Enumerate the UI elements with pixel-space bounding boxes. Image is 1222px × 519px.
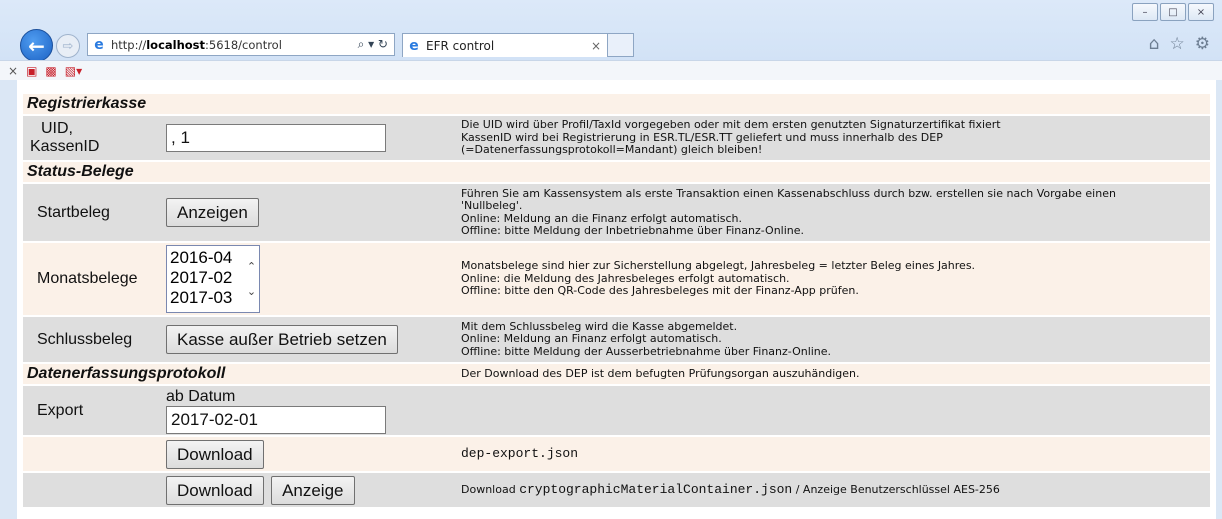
page-left-border — [0, 80, 17, 519]
desc-line: Offline: bitte Meldung der Ausserbetrieb… — [461, 344, 832, 358]
back-button[interactable]: ← — [20, 29, 53, 62]
url-rest: :5618/control — [205, 37, 282, 52]
uid-label: UID, KassenID — [23, 116, 163, 160]
uid-label-line2: KassenID — [30, 138, 100, 155]
row-schlussbeleg: Schlussbeleg Kasse außer Betrieb setzen … — [23, 317, 1210, 362]
desc-line: Online: Meldung an Finanz erfolgt automa… — [461, 332, 722, 346]
ab-datum-input[interactable] — [166, 405, 386, 434]
maximize-button[interactable]: □ — [1160, 3, 1186, 21]
anzeige-button[interactable]: Anzeige — [271, 475, 355, 505]
row-monatsbelege: Monatsbelege 2016-04 2017-02 2017-03 ⌃ ⌄… — [23, 243, 1210, 315]
address-url[interactable]: http://localhost:5618/control — [111, 38, 358, 52]
section-dep: Datenerfassungsprotokoll Der Download de… — [23, 364, 1210, 384]
address-tools-icon[interactable]: ⌕ ▾ ↻ — [358, 37, 394, 52]
home-icon[interactable]: ⌂ — [1149, 34, 1160, 54]
tab-close-icon[interactable]: × — [591, 39, 607, 53]
forward-arrow-icon: ⇨ — [62, 38, 74, 54]
ie-page-icon: e — [94, 36, 104, 53]
crypto-download-cell: Download Anzeige — [163, 473, 457, 507]
crypto-description: Download cryptographicMaterialContainer.… — [457, 473, 1210, 507]
row-uid: UID, KassenID Die UID wird über Profil/T… — [23, 116, 1210, 160]
desc-line: Die UID wird über Profil/TaxId vorgegebe… — [461, 118, 1001, 132]
row-dep-download: Download dep-export.json — [23, 437, 1210, 471]
crypto-suffix: / Anzeige Benutzerschlüssel AES-256 — [792, 482, 1000, 496]
startbeleg-cell: Anzeigen — [163, 184, 457, 241]
dep-download-cell: Download — [163, 437, 457, 471]
monatsbelege-label: Monatsbelege — [23, 243, 163, 315]
uid-description: Die UID wird über Profil/TaxId vorgegebe… — [457, 116, 1210, 160]
dep-download-button[interactable]: Download — [166, 439, 264, 469]
section-heading: Registrierkasse — [23, 94, 457, 114]
url-host: localhost — [146, 37, 206, 52]
command-bar: × ▣ ▩ ▧▾ — [0, 60, 1222, 81]
pdf-icon[interactable]: ▣ — [26, 64, 37, 78]
pdf-dropdown-icon[interactable]: ▧▾ — [65, 64, 82, 78]
back-arrow-icon: ← — [28, 33, 45, 58]
listbox-scrollbar[interactable]: ⌃ ⌄ — [244, 246, 259, 312]
uid-label-line1: UID, — [41, 120, 73, 137]
section-heading: Status-Belege — [23, 162, 457, 182]
listbox-option[interactable]: 2017-02 — [170, 268, 244, 288]
section-heading: Datenerfassungsprotokoll — [23, 364, 457, 384]
control-table: Registrierkasse UID, KassenID Die UID wi… — [23, 92, 1210, 509]
tab-efr-control[interactable]: e EFR control × — [402, 33, 608, 57]
chevron-up-icon[interactable]: ⌃ — [247, 260, 256, 273]
desc-line: (=Datenerfassungsprotokoll=Mandant) glei… — [461, 143, 763, 157]
listbox-option[interactable]: 2017-03 — [170, 288, 244, 308]
forward-button[interactable]: ⇨ — [56, 34, 80, 58]
monatsbelege-cell: 2016-04 2017-02 2017-03 ⌃ ⌄ — [163, 243, 457, 315]
export-cell: ab Datum — [163, 386, 457, 435]
uid-input[interactable] — [166, 124, 386, 152]
row-crypto-download: Download Anzeige Download cryptographicM… — [23, 473, 1210, 507]
minimize-button[interactable]: – — [1132, 3, 1158, 21]
ie-tab-icon: e — [409, 37, 419, 54]
schlussbeleg-cell: Kasse außer Betrieb setzen — [163, 317, 457, 362]
uid-cell — [163, 116, 457, 160]
address-bar[interactable]: e http://localhost:5618/control ⌕ ▾ ↻ — [87, 33, 395, 56]
desc-line: Offline: bitte den QR-Code des Jahresbel… — [461, 284, 859, 298]
page-content: Registrierkasse UID, KassenID Die UID wi… — [17, 80, 1216, 519]
empty-cell — [23, 473, 163, 507]
favorites-star-icon[interactable]: ☆ — [1170, 34, 1185, 54]
monatsbelege-listbox[interactable]: 2016-04 2017-02 2017-03 ⌃ ⌄ — [166, 245, 260, 313]
ab-datum-label: ab Datum — [166, 387, 236, 405]
chevron-down-icon[interactable]: ⌄ — [247, 285, 256, 298]
crypto-filename: cryptographicMaterialContainer.json — [519, 481, 793, 497]
startbeleg-description: Führen Sie am Kassensystem als erste Tra… — [457, 184, 1210, 241]
row-export: Export ab Datum — [23, 386, 1210, 435]
export-description — [457, 386, 1210, 435]
tab-title: EFR control — [426, 38, 495, 53]
export-label: Export — [23, 386, 163, 435]
monatsbelege-description: Monatsbelege sind hier zur Sicherstellun… — [457, 243, 1210, 315]
dep-heading-description: Der Download des DEP ist dem befugten Pr… — [457, 364, 1210, 384]
new-tab-button[interactable] — [608, 33, 634, 57]
schlussbeleg-label: Schlussbeleg — [23, 317, 163, 362]
url-prefix: http:// — [111, 37, 147, 52]
browser-right-icons: ⌂ ☆ ⚙ — [1149, 34, 1210, 54]
crypto-download-button[interactable]: Download — [166, 475, 264, 505]
desc-line: Führen Sie am Kassensystem als erste Tra… — [461, 186, 1116, 200]
desc-line: Monatsbelege sind hier zur Sicherstellun… — [461, 259, 976, 273]
listbox-items: 2016-04 2017-02 2017-03 — [167, 246, 244, 312]
window-controls: – □ × — [1132, 3, 1214, 21]
section-registrierkasse: Registrierkasse — [23, 94, 1210, 114]
desc-line: 'Nullbeleg'. — [461, 199, 523, 212]
crypto-prefix: Download — [461, 482, 520, 496]
desc-line: Offline: bitte Meldung der Inbetriebnahm… — [461, 224, 805, 237]
close-x-icon[interactable]: × — [8, 64, 18, 78]
dep-export-filename: dep-export.json — [457, 437, 1210, 471]
startbeleg-label: Startbeleg — [23, 184, 163, 241]
anzeigen-button[interactable]: Anzeigen — [166, 198, 259, 227]
close-window-button[interactable]: × — [1188, 3, 1214, 21]
kasse-ausser-betrieb-button[interactable]: Kasse außer Betrieb setzen — [166, 325, 398, 354]
section-status-belege: Status-Belege — [23, 162, 1210, 182]
schlussbeleg-description: Mit dem Schlussbeleg wird die Kasse abge… — [457, 317, 1210, 362]
listbox-option[interactable]: 2016-04 — [170, 248, 244, 268]
pdf-convert-icon[interactable]: ▩ — [45, 64, 56, 78]
browser-chrome: – □ × ← ⇨ e http://localhost:5618/contro… — [0, 0, 1222, 81]
page-right-border — [1216, 80, 1222, 519]
row-startbeleg: Startbeleg Anzeigen Führen Sie am Kassen… — [23, 184, 1210, 241]
settings-gear-icon[interactable]: ⚙ — [1195, 34, 1210, 54]
empty-cell — [23, 437, 163, 471]
